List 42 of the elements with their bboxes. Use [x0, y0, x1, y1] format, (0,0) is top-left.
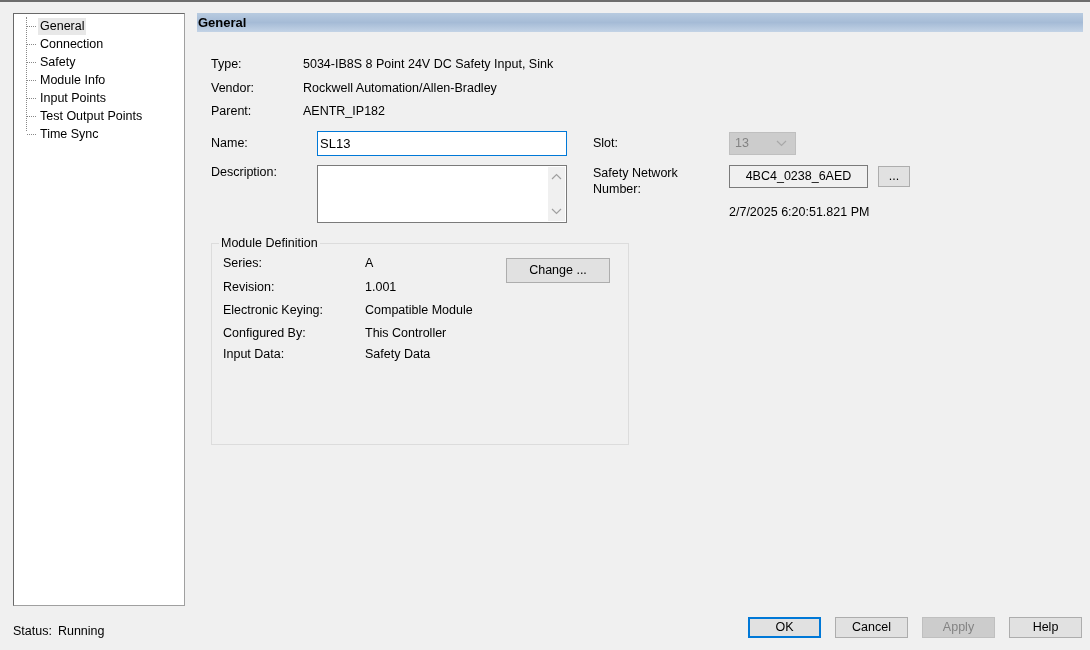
tree-item[interactable]: Module Info: [38, 71, 108, 89]
tree-item[interactable]: Time Sync: [38, 125, 101, 143]
browse-button[interactable]: ...: [878, 165, 910, 187]
tree-item[interactable]: Safety: [38, 53, 78, 71]
chevron-down-icon: [776, 139, 787, 147]
field-label: Slot:: [593, 136, 619, 150]
dialog-button[interactable]: OK: [748, 616, 821, 638]
field-value: 5034-IB8S 8 Point 24V DC Safety Input, Sink: [303, 57, 554, 73]
tree-item[interactable]: General: [38, 17, 87, 35]
field-label: Vendor:: [211, 80, 256, 97]
field-label: Type:: [211, 57, 243, 73]
field-label: Input Data:: [223, 346, 286, 363]
scroll-down-icon[interactable]: [551, 207, 562, 215]
field-value: This Controller: [365, 325, 447, 342]
field-value: 1.001: [365, 279, 397, 296]
field-label: Configured By:: [223, 325, 307, 342]
safety-network-number-field: 4BC4_0238_6AED: [729, 164, 868, 188]
field-label: Series:: [223, 255, 263, 272]
field-value: Compatible Module: [365, 302, 473, 319]
field-value: A: [365, 255, 374, 272]
status-value: Running: [57, 624, 105, 638]
dialog-button[interactable]: Cancel: [835, 616, 908, 638]
dialog-button[interactable]: Help: [1009, 616, 1082, 638]
field-label: Parent:: [211, 104, 253, 120]
field-label: Description:: [211, 164, 278, 179]
description-field[interactable]: [317, 164, 567, 223]
field-value: Safety Data: [365, 346, 431, 363]
scroll-up-icon[interactable]: [551, 172, 562, 180]
name-input-field[interactable]: SL13: [317, 130, 567, 156]
tree-item[interactable]: Input Points: [38, 89, 108, 107]
field-label: Electronic Keying:: [223, 302, 325, 319]
change-button[interactable]: Change ...: [506, 257, 610, 283]
field-label: Revision:: [223, 279, 276, 296]
timestamp: 2/7/2025 6:20:51.821 PM: [729, 205, 870, 219]
section-header: General: [197, 13, 1083, 32]
field-value: AENTR_IP182: [303, 104, 385, 120]
field-label: Name:: [211, 136, 249, 150]
tree-item[interactable]: Test Output Points: [38, 107, 145, 125]
status-label: Status:: [13, 624, 52, 638]
field-value: Rockwell Automation/Allen-Bradley: [303, 80, 497, 97]
field-label: Safety Network Number:: [593, 164, 679, 197]
tree-item[interactable]: Connection: [38, 35, 106, 53]
